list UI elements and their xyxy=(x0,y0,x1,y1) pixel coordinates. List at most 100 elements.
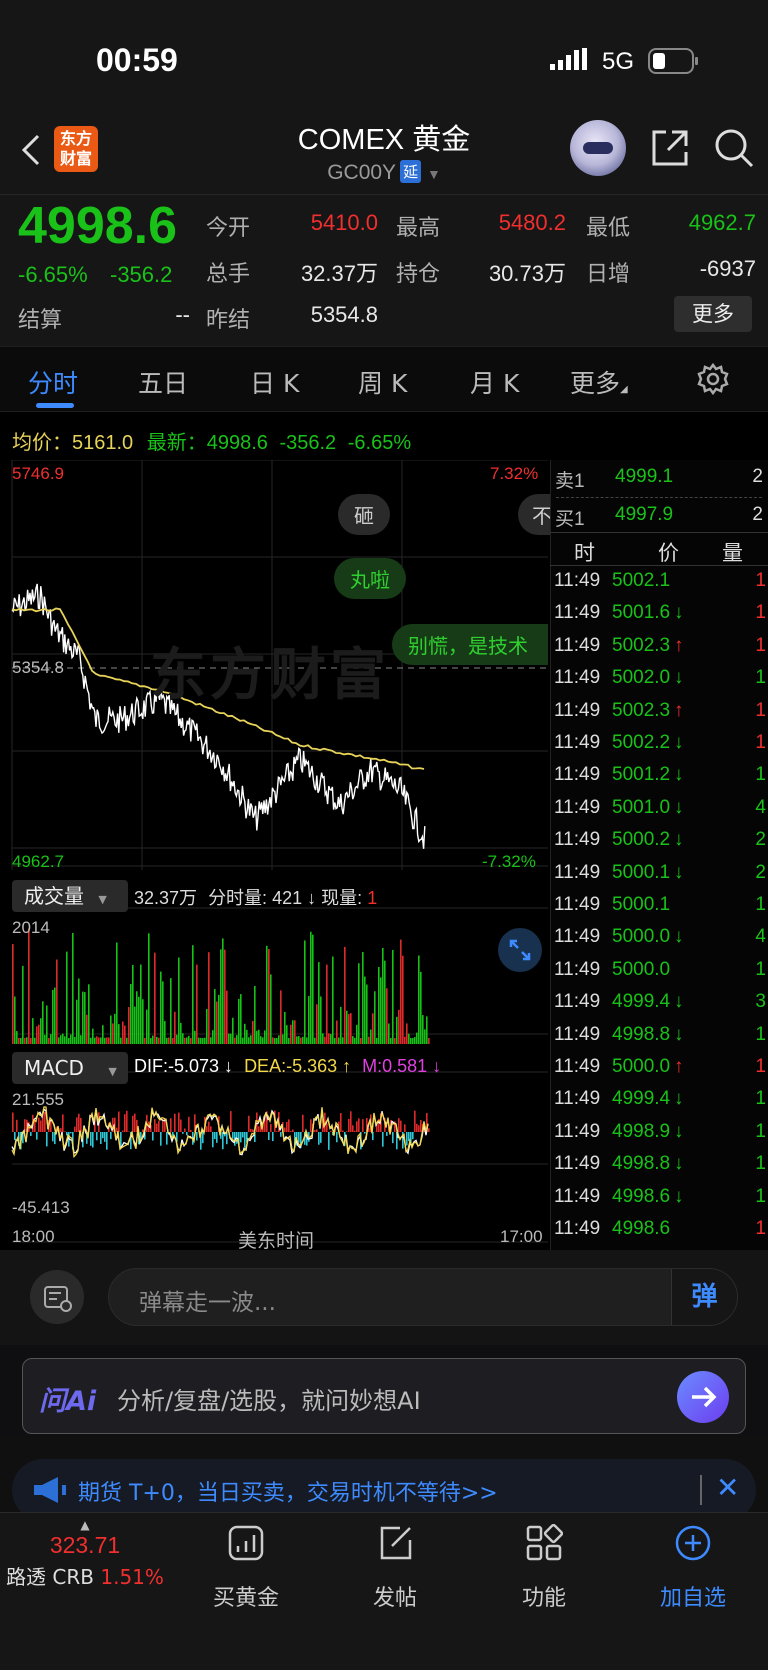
current-volume-label: 现量: xyxy=(321,888,363,908)
macd-histogram-bar xyxy=(16,1119,18,1132)
change-percent: -6.65% xyxy=(18,262,88,287)
tab-five-day[interactable]: 五日 xyxy=(138,364,188,400)
macd-histogram-bar xyxy=(102,1132,104,1139)
volume-bar xyxy=(176,1034,178,1044)
volume-bar xyxy=(88,984,90,1044)
macd-info: DIF:-5.073 ↓ DEA:-5.363 ↑ M:0.581 ↓ xyxy=(134,1056,441,1077)
search-icon[interactable] xyxy=(712,126,756,170)
macd-histogram-bar xyxy=(62,1114,64,1132)
trades-header: 时 价 量 xyxy=(550,532,768,566)
volume-bar xyxy=(62,1033,64,1044)
index-caption: 路透 CRB 1.51% xyxy=(0,1561,170,1590)
volume-bar xyxy=(82,991,84,1044)
trade-qty: 1 xyxy=(755,570,766,591)
volume-bar xyxy=(412,1038,414,1044)
trade-row: 11:49 5001.6 ↓ 1 xyxy=(552,602,768,634)
volume-bar xyxy=(180,1022,182,1044)
index-ticker[interactable]: ▲ 323.71 路透 CRB 1.51% xyxy=(0,1516,170,1616)
trade-time: 11:49 xyxy=(554,602,601,624)
close-icon[interactable]: ✕ xyxy=(716,1471,739,1504)
volume-bar xyxy=(78,978,80,1044)
volume-bar xyxy=(172,1038,174,1044)
compose-post-icon[interactable] xyxy=(376,1524,414,1562)
macd-histogram-bar xyxy=(96,1132,98,1141)
volume-bar xyxy=(134,1006,136,1044)
nav-buy-gold[interactable]: 买黄金 xyxy=(176,1580,316,1612)
volume-value: 32.37万 xyxy=(300,261,378,286)
more-button[interactable]: 更多 xyxy=(674,296,752,332)
volume-bar xyxy=(332,956,334,1044)
volume-bar xyxy=(146,1009,148,1044)
danmaku-bubble: 砸 xyxy=(338,494,390,535)
high-label: 最高 xyxy=(396,216,441,241)
nav-functions[interactable]: 功能 xyxy=(474,1580,614,1612)
volume-bar xyxy=(94,1037,96,1044)
macd-histogram-bar xyxy=(46,1132,48,1147)
volume-bar xyxy=(22,965,24,1044)
trade-direction: ↓ xyxy=(674,667,684,689)
latest-label: 最新： xyxy=(146,432,207,454)
volume-bar xyxy=(66,951,68,1044)
macd-histogram-bar xyxy=(160,1132,162,1146)
trade-time: 11:49 xyxy=(554,1218,601,1239)
trade-row: 11:49 4999.4 ↓ 1 xyxy=(552,1088,768,1120)
trades-header-qty: 量 xyxy=(722,541,743,565)
assistant-robot-icon[interactable] xyxy=(570,120,626,176)
volume-bar xyxy=(304,940,306,1044)
nav-post[interactable]: 发帖 xyxy=(325,1580,465,1612)
macd-histogram-bar xyxy=(400,1120,402,1132)
volume-bar xyxy=(68,1038,70,1044)
trade-qty: 1 xyxy=(755,699,766,721)
volume-bar xyxy=(398,1009,400,1044)
volume-selector[interactable]: 成交量 ▼ xyxy=(12,880,128,912)
volume-bar xyxy=(262,1037,264,1044)
macd-histogram-bar xyxy=(186,1132,188,1136)
trade-price: 5000.2 xyxy=(612,829,671,851)
trades-list[interactable]: 11:49 5002.1 1 11:49 5001.6 ↓ 1 11:49 5002.3 ↑ 1 11… xyxy=(552,570,768,1250)
tab-monthly-k[interactable]: 月 K xyxy=(470,364,519,400)
trade-time: 11:49 xyxy=(554,861,601,883)
pct-axis-bottom: -7.32% xyxy=(482,852,536,871)
volume-info: 32.37万 分时量: 421 ↓ 现量: 1 xyxy=(134,884,377,910)
trade-price: 5001.2 xyxy=(612,764,671,786)
volume-bar xyxy=(400,939,402,1044)
volume-bar xyxy=(200,1037,202,1044)
volume-bar xyxy=(48,1038,50,1044)
danmaku-input[interactable]: 弹幕走一波... 弹 xyxy=(108,1268,738,1326)
settings-gear-icon[interactable] xyxy=(696,362,730,396)
trade-time: 11:49 xyxy=(554,764,601,786)
trade-direction: ↑ xyxy=(674,634,684,656)
tab-more[interactable]: 更多◢ xyxy=(570,364,628,400)
buy-gold-icon[interactable] xyxy=(227,1524,265,1562)
macd-histogram-bar xyxy=(340,1113,342,1132)
prev-settle-value: 5354.8 xyxy=(310,302,378,327)
macd-histogram-bar xyxy=(414,1110,416,1132)
ai-send-button[interactable] xyxy=(677,1371,729,1423)
volume-bar xyxy=(148,933,150,1044)
add-watchlist-icon[interactable] xyxy=(674,1524,712,1562)
send-danmaku-button[interactable]: 弹 xyxy=(671,1269,737,1325)
tab-weekly-k[interactable]: 周 K xyxy=(358,364,407,400)
trade-price: 4998.6 xyxy=(612,1185,671,1207)
volume-bar xyxy=(216,1001,218,1044)
macd-histogram-bar xyxy=(126,1110,128,1132)
trade-price: 5000.0 xyxy=(612,958,671,980)
nav-add-watchlist[interactable]: 加自选 xyxy=(623,1580,763,1612)
functions-grid-icon[interactable] xyxy=(525,1523,564,1562)
volume-bar xyxy=(416,1032,418,1044)
share-icon[interactable] xyxy=(648,126,692,170)
trade-direction: ↓ xyxy=(674,991,684,1013)
trade-direction: ↓ xyxy=(674,829,684,851)
macd-selector[interactable]: MACD ▼ xyxy=(12,1052,128,1084)
macd-histogram-bar xyxy=(356,1121,358,1132)
tab-intraday[interactable]: 分时 xyxy=(28,364,78,400)
danmaku-settings-icon[interactable] xyxy=(30,1270,84,1324)
volume-bar xyxy=(96,1036,98,1044)
tab-daily-k[interactable]: 日 K xyxy=(250,364,299,400)
ai-input[interactable]: 问Ai 分析/复盘/选股，就问妙想AI xyxy=(22,1358,746,1434)
danmaku-input-placeholder: 弹幕走一波... xyxy=(139,1290,276,1316)
prev-settle-label: 昨结 xyxy=(206,308,251,333)
expand-fullscreen-icon[interactable] xyxy=(498,928,542,972)
position-label: 持仓 xyxy=(396,262,441,287)
trade-direction: ↓ xyxy=(674,796,684,818)
